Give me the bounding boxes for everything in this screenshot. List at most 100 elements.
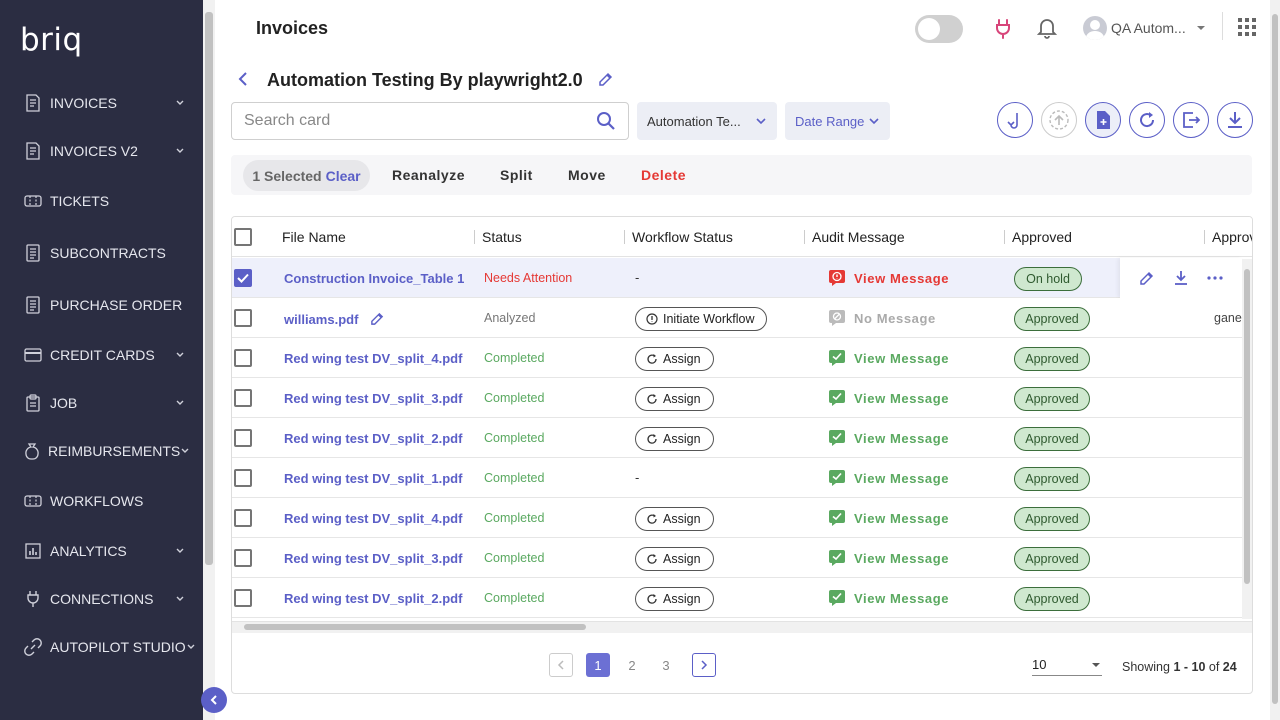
date-range-dropdown[interactable]: Date Range [785, 102, 890, 140]
assign-button[interactable]: Assign [635, 427, 714, 451]
upload-button[interactable] [1041, 102, 1077, 138]
page-size-select[interactable]: 10 [1032, 654, 1102, 676]
sidebar-item-job[interactable]: JOB [0, 383, 203, 423]
col-divider[interactable] [804, 230, 805, 244]
row-checkbox[interactable] [234, 389, 252, 407]
edit-row-icon[interactable] [1139, 270, 1155, 286]
audit-message-link[interactable]: View Message [828, 269, 949, 287]
search-icon[interactable] [596, 111, 616, 131]
select-all-checkbox[interactable] [234, 228, 252, 246]
sidebar-item-workflows[interactable]: WORKFLOWS [0, 481, 203, 521]
reanalyze-button[interactable]: Reanalyze [392, 167, 465, 183]
col-audit-message[interactable]: Audit Message [812, 229, 905, 245]
sidebar-item-autopilot-studio[interactable]: AUTOPILOT STUDIO [0, 627, 203, 667]
add-document-button[interactable] [1085, 102, 1121, 138]
brand-logo[interactable]: briq [20, 22, 83, 58]
sidebar-item-tickets[interactable]: TICKETS [0, 181, 203, 221]
row-checkbox[interactable] [234, 269, 252, 287]
sidebar-item-subcontracts[interactable]: SUBCONTRACTS [0, 233, 203, 273]
file-name-link[interactable]: Red wing test DV_split_2.pdf [284, 591, 462, 606]
file-name-link[interactable]: Red wing test DV_split_2.pdf [284, 431, 462, 446]
col-workflow-status[interactable]: Workflow Status [632, 229, 733, 245]
audit-message-link[interactable]: View Message [828, 429, 949, 447]
table-row[interactable]: Red wing test DV_split_4.pdf Completed Ass… [232, 338, 1242, 378]
more-options-icon[interactable] [1207, 275, 1223, 281]
assign-button[interactable]: Assign [635, 507, 714, 531]
edit-icon[interactable] [370, 311, 385, 326]
row-checkbox[interactable] [234, 349, 252, 367]
edit-title-icon[interactable] [598, 71, 614, 87]
sidebar-item-connections[interactable]: CONNECTIONS [0, 579, 203, 619]
table-row[interactable]: Red wing test DV_split_4.pdf Completed Ass… [232, 498, 1242, 538]
delete-button[interactable]: Delete [641, 167, 686, 183]
page-3[interactable]: 3 [654, 653, 678, 677]
assign-button[interactable]: Assign [635, 587, 714, 611]
col-divider[interactable] [1004, 230, 1005, 244]
assign-button[interactable]: Assign [635, 387, 714, 411]
col-approver[interactable]: Approv [1212, 229, 1252, 245]
audit-message-link[interactable]: View Message [828, 349, 949, 367]
file-name-link[interactable]: Red wing test DV_split_4.pdf [284, 351, 462, 366]
clear-selection-button[interactable]: Clear [326, 168, 361, 184]
collapse-sidebar-button[interactable] [201, 687, 227, 713]
audit-message-link[interactable]: View Message [828, 509, 949, 527]
move-button[interactable]: Move [568, 167, 606, 183]
sidebar-item-credit-cards[interactable]: CREDIT CARDS [0, 335, 203, 375]
user-menu[interactable]: QA Autom... [1083, 16, 1208, 40]
row-checkbox[interactable] [234, 509, 252, 527]
sidebar-item-purchase-order[interactable]: PURCHASE ORDER [0, 285, 203, 325]
row-checkbox[interactable] [234, 549, 252, 567]
table-row[interactable]: Red wing test DV_split_1.pdf Completed - Vi… [232, 458, 1242, 498]
row-checkbox[interactable] [234, 469, 252, 487]
apps-grid-icon[interactable] [1236, 16, 1258, 38]
col-divider[interactable] [1204, 230, 1205, 244]
table-row[interactable]: williams.pdf Analyzed Initiate Workflow No … [232, 298, 1242, 338]
bell-icon[interactable] [1035, 16, 1059, 40]
initiate-workflow-button[interactable]: Initiate Workflow [635, 307, 768, 331]
table-row[interactable]: Red wing test DV_split_2.pdf Completed Ass… [232, 418, 1242, 458]
audit-message-link[interactable]: View Message [828, 389, 949, 407]
sidebar-item-invoices-v2[interactable]: INVOICES V2 [0, 131, 203, 171]
table-vertical-scrollbar-thumb[interactable] [1244, 269, 1250, 584]
sidebar-item-analytics[interactable]: ANALYTICS [0, 531, 203, 571]
assign-button[interactable]: Assign [635, 547, 714, 571]
prev-page-button[interactable] [549, 653, 573, 677]
export-button[interactable] [1173, 102, 1209, 138]
sidebar-item-reimbursements[interactable]: REIMBURSEMENTS [0, 431, 203, 471]
row-checkbox[interactable] [234, 309, 252, 327]
back-button[interactable] [236, 70, 250, 93]
assign-button[interactable]: Assign [635, 347, 714, 371]
audit-message-link[interactable]: View Message [828, 549, 949, 567]
merge-button[interactable] [997, 102, 1033, 138]
file-name-link[interactable]: Construction Invoice_Table 1 [284, 271, 464, 286]
search-input[interactable] [244, 112, 596, 130]
next-page-button[interactable] [692, 653, 716, 677]
file-name-link[interactable]: Red wing test DV_split_4.pdf [284, 511, 462, 526]
table-row[interactable]: Red wing test DV_split_2.pdf Completed Ass… [232, 578, 1242, 618]
download-row-icon[interactable] [1174, 270, 1188, 286]
sidebar-item-invoices[interactable]: INVOICES [0, 83, 203, 123]
page-scrollbar-thumb[interactable] [1272, 14, 1278, 704]
audit-message-link[interactable]: View Message [828, 589, 949, 607]
split-button[interactable]: Split [500, 167, 533, 183]
file-name-link[interactable]: Red wing test DV_split_3.pdf [284, 391, 462, 406]
table-row[interactable]: Red wing test DV_split_3.pdf Completed Ass… [232, 378, 1242, 418]
page-1[interactable]: 1 [586, 653, 610, 677]
plug-icon[interactable] [991, 16, 1015, 40]
table-row[interactable]: Red wing test DV_split_3.pdf Completed Ass… [232, 538, 1242, 578]
page-2[interactable]: 2 [620, 653, 644, 677]
row-checkbox[interactable] [234, 429, 252, 447]
table-horizontal-scrollbar-thumb[interactable] [244, 624, 586, 630]
audit-message-link[interactable]: View Message [828, 469, 949, 487]
refresh-button[interactable] [1129, 102, 1165, 138]
col-divider[interactable] [474, 230, 475, 244]
download-button[interactable] [1217, 102, 1253, 138]
company-dropdown[interactable]: Automation Te... [637, 102, 777, 140]
sidebar-scrollbar-thumb[interactable] [205, 12, 213, 565]
col-file-name[interactable]: File Name [282, 229, 346, 245]
file-name-link[interactable]: Red wing test DV_split_1.pdf [284, 471, 462, 486]
file-name-link[interactable]: Red wing test DV_split_3.pdf [284, 551, 462, 566]
table-row[interactable]: Construction Invoice_Table 1 Needs Attent… [232, 258, 1242, 298]
col-status[interactable]: Status [482, 229, 522, 245]
mode-toggle[interactable] [915, 15, 963, 43]
